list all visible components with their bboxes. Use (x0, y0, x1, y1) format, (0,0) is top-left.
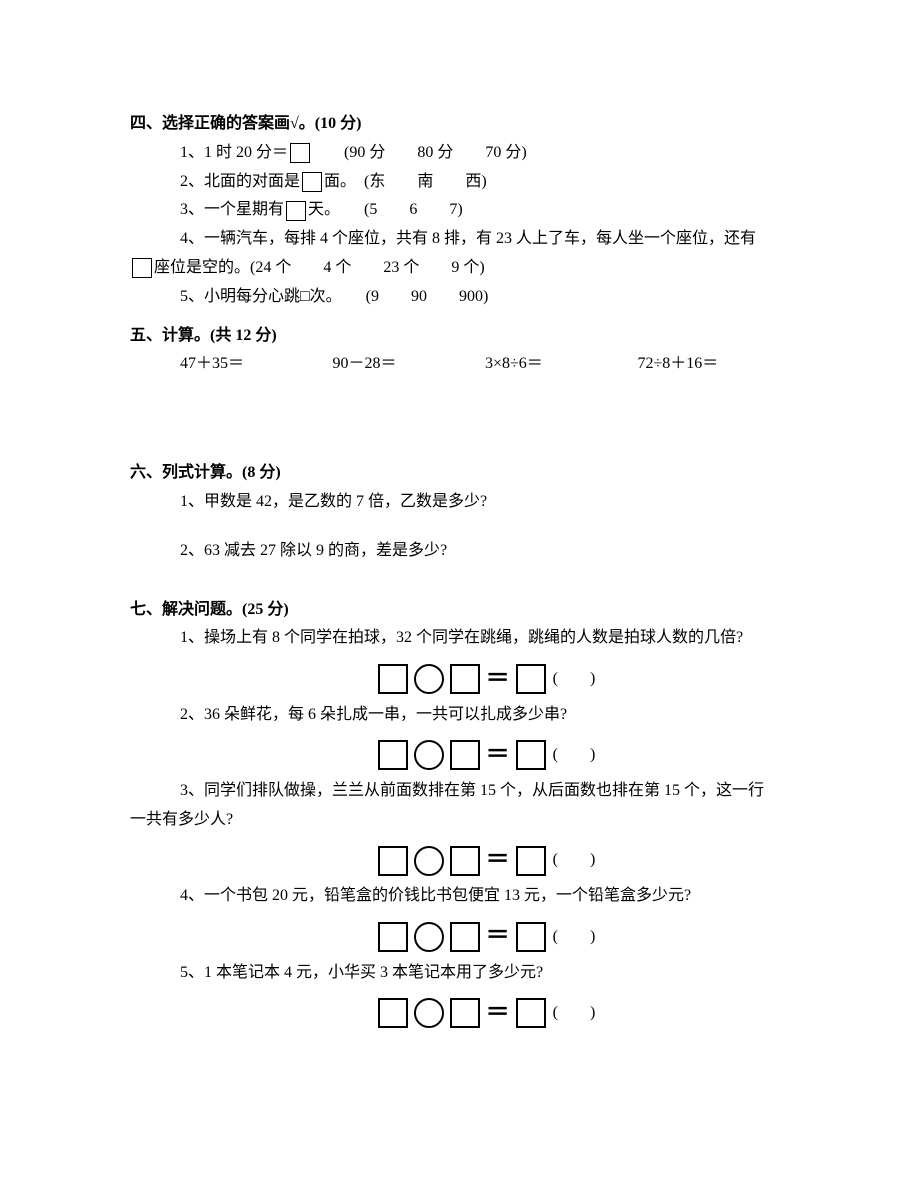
equals-sign: ＝ (486, 847, 510, 873)
eq-box (378, 922, 408, 952)
eq-box (450, 922, 480, 952)
eq-box (516, 922, 546, 952)
s4-q1: 1、1 时 20 分＝ (90 分 80 分 70 分) (180, 139, 790, 168)
eq-row-3: ＝ ( ) (180, 839, 790, 883)
eq-row-5: ＝ ( ) (180, 991, 790, 1035)
blank-box (132, 258, 152, 278)
q3-opts: (5 6 7) (364, 201, 463, 218)
eq-circle (414, 664, 444, 694)
s4-q5: 5、小明每分心跳□次。 (9 90 900) (180, 283, 790, 312)
s4-q3: 3、一个星期有 天。 (5 6 7) (180, 196, 790, 225)
unit-paren: ( ) (553, 746, 596, 763)
eq-box (450, 998, 480, 1028)
calc-1: 47＋35＝ (180, 350, 333, 379)
eq-circle (414, 998, 444, 1028)
section-7-title: 七、解决问题。(25 分) (130, 596, 790, 625)
equals-sign: ＝ (486, 1000, 510, 1026)
section-6-title: 六、列式计算。(8 分) (130, 459, 790, 488)
blank-box (290, 143, 310, 163)
blank-box (302, 172, 322, 192)
s4-q2: 2、北面的对面是 面。 (东 南 西) (180, 168, 790, 197)
calc-row: 47＋35＝ 90－28＝ 3×8÷6＝ 72÷8＋16＝ (180, 350, 790, 379)
q1-opts: (90 分 80 分 70 分) (344, 144, 527, 161)
q2-pre: 2、北面的对面是 (180, 173, 300, 190)
s6-q2: 2、63 减去 27 除以 9 的商，差是多少? (180, 537, 790, 566)
equals-sign: ＝ (486, 923, 510, 949)
eq-box (516, 998, 546, 1028)
equals-sign: ＝ (486, 742, 510, 768)
eq-box (450, 664, 480, 694)
eq-box (450, 846, 480, 876)
q2-post: 面。 (324, 173, 348, 190)
eq-circle (414, 846, 444, 876)
section-5-title: 五、计算。(共 12 分) (130, 322, 790, 351)
eq-box (378, 998, 408, 1028)
section-4-title: 四、选择正确的答案画√。(10 分) (130, 110, 790, 139)
eq-row-4: ＝ ( ) (180, 915, 790, 959)
unit-paren: ( ) (553, 851, 596, 868)
eq-circle (414, 922, 444, 952)
eq-row-2: ＝ ( ) (180, 734, 790, 778)
calc-3: 3×8÷6＝ (485, 350, 638, 379)
s7-q1: 1、操场上有 8 个同学在拍球，32 个同学在跳绳，跳绳的人数是拍球人数的几倍? (180, 624, 790, 653)
s7-q5: 5、1 本笔记本 4 元，小华买 3 本笔记本用了多少元? (180, 959, 790, 988)
q3-pre: 3、一个星期有 (180, 201, 284, 218)
equals-sign: ＝ (486, 666, 510, 692)
eq-box (516, 664, 546, 694)
s7-q3b: 一共有多少人? (130, 806, 790, 835)
q2-opts: (东 南 西) (364, 173, 487, 190)
s7-q3a: 3、同学们排队做操，兰兰从前面数排在第 15 个，从后面数也排在第 15 个，这… (180, 777, 790, 806)
s7-q2: 2、36 朵鲜花，每 6 朵扎成一串，一共可以扎成多少串? (180, 701, 790, 730)
calc-4: 72÷8＋16＝ (638, 350, 791, 379)
eq-box (516, 740, 546, 770)
q3-post: 天。 (308, 201, 332, 218)
eq-box (516, 846, 546, 876)
q4-post: 座位是空的。(24 个 4 个 23 个 9 个) (154, 259, 485, 276)
unit-paren: ( ) (553, 670, 596, 687)
s7-q4: 4、一个书包 20 元，铅笔盒的价钱比书包便宜 13 元，一个铅笔盒多少元? (180, 882, 790, 911)
eq-box (378, 846, 408, 876)
s4-q4-line2: 座位是空的。(24 个 4 个 23 个 9 个) (130, 254, 790, 283)
eq-circle (414, 740, 444, 770)
eq-box (450, 740, 480, 770)
s4-q4-line1: 4、一辆汽车，每排 4 个座位，共有 8 排，有 23 人上了车，每人坐一个座位… (180, 225, 790, 254)
q1-pre: 1、1 时 20 分＝ (180, 144, 288, 161)
unit-paren: ( ) (553, 928, 596, 945)
unit-paren: ( ) (553, 1004, 596, 1021)
blank-box (286, 201, 306, 221)
s6-q1: 1、甲数是 42，是乙数的 7 倍，乙数是多少? (180, 488, 790, 517)
eq-box (378, 740, 408, 770)
eq-row-1: ＝ ( ) (180, 657, 790, 701)
eq-box (378, 664, 408, 694)
calc-2: 90－28＝ (333, 350, 486, 379)
